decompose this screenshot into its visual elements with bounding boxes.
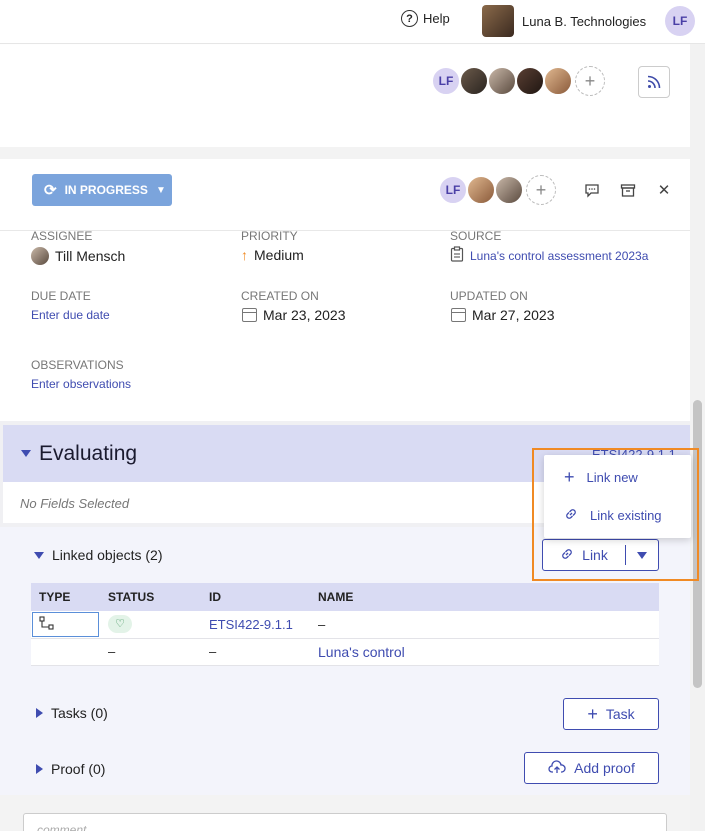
due-date-input[interactable]: Enter due date <box>31 308 110 322</box>
help-label: Help <box>423 11 450 26</box>
comment-input[interactable]: comment <box>23 813 667 831</box>
status-cell: ♡ <box>100 611 201 639</box>
cloud-upload-icon <box>548 759 566 777</box>
source-value[interactable]: Luna's control assessment 2023a <box>450 246 648 265</box>
watcher-avatar-owner[interactable]: LF <box>431 66 461 96</box>
assignee-value[interactable]: Till Mensch <box>31 247 125 265</box>
watcher-avatar[interactable] <box>487 66 517 96</box>
calendar-icon <box>242 308 257 322</box>
help-icon: ? <box>401 10 418 27</box>
column-header-status[interactable]: STATUS <box>100 583 201 611</box>
id-cell[interactable]: ETSI422-9.1.1 <box>201 611 310 639</box>
organization-switcher[interactable]: Luna B. Technologies <box>482 5 646 37</box>
add-task-label: Task <box>605 706 635 722</box>
watchers-list: LF + <box>431 66 605 96</box>
name-cell[interactable]: Luna's control <box>310 638 659 666</box>
organization-name: Luna B. Technologies <box>522 13 647 29</box>
priority-value[interactable]: ↑ Medium <box>241 247 304 263</box>
assignee-label: ASSIGNEE <box>31 229 93 243</box>
source-link[interactable]: Luna's control assessment 2023a <box>470 249 648 263</box>
watcher-avatar[interactable] <box>459 66 489 96</box>
table-header-row: TYPE STATUS ID NAME <box>31 583 659 611</box>
status-row: ⟳ IN PROGRESS ▼ LF + ✕ <box>0 159 690 231</box>
heart-pulse-icon: ♡ <box>108 615 132 634</box>
caret-right-icon <box>36 708 43 718</box>
column-header-name[interactable]: NAME <box>310 583 659 611</box>
priority-label: PRIORITY <box>241 229 298 243</box>
id-cell: – <box>201 638 310 666</box>
created-date: Mar 23, 2023 <box>263 307 346 323</box>
type-cell[interactable] <box>31 611 100 639</box>
rss-icon[interactable] <box>638 66 670 98</box>
top-bar: ? Help Luna B. Technologies LF <box>0 0 705 44</box>
id-link[interactable]: ETSI422-9.1.1 <box>209 617 293 632</box>
name-cell: – <box>310 611 659 639</box>
observations-label: OBSERVATIONS <box>31 358 124 372</box>
assignee-avatar <box>31 247 49 265</box>
add-task-button[interactable]: + Task <box>563 698 659 730</box>
caret-right-icon <box>36 764 43 774</box>
caret-down-icon <box>21 450 31 457</box>
type-cell <box>31 638 100 666</box>
linked-objects-title: Linked objects (2) <box>52 547 163 563</box>
add-proof-label: Add proof <box>574 760 635 776</box>
column-header-id[interactable]: ID <box>201 583 310 611</box>
linked-objects-header[interactable]: Linked objects (2) <box>34 547 163 563</box>
refresh-icon: ⟳ <box>44 182 57 199</box>
comment-section: comment <box>0 795 690 831</box>
name-link[interactable]: Luna's control <box>318 644 405 660</box>
archive-icon[interactable] <box>619 181 637 199</box>
proof-header[interactable]: Proof (0) <box>36 761 105 777</box>
status-dropdown-button[interactable]: ⟳ IN PROGRESS ▼ <box>32 174 172 206</box>
add-proof-button[interactable]: Add proof <box>524 752 659 784</box>
add-assignee-button[interactable]: + <box>526 175 556 205</box>
due-date-label: DUE DATE <box>31 289 91 303</box>
assignee-avatar-owner[interactable]: LF <box>438 175 468 205</box>
created-on-value: Mar 23, 2023 <box>242 307 346 323</box>
caret-down-icon <box>34 551 44 559</box>
organization-logo <box>482 5 514 37</box>
created-on-label: CREATED ON <box>241 289 319 303</box>
assignees-list: LF + <box>438 175 556 205</box>
highlight-frame <box>532 448 699 581</box>
add-watcher-button[interactable]: + <box>575 66 605 96</box>
comment-icon[interactable] <box>583 181 601 199</box>
assignee-name: Till Mensch <box>55 248 126 264</box>
clipboard-icon <box>450 246 464 265</box>
assignee-avatar[interactable] <box>466 175 496 205</box>
assignee-avatar[interactable] <box>494 175 524 205</box>
arrow-up-icon: ↑ <box>241 247 248 263</box>
separator <box>0 147 690 159</box>
calendar-icon <box>451 308 466 322</box>
help-link[interactable]: ? Help <box>401 10 450 27</box>
close-icon[interactable]: ✕ <box>655 181 673 199</box>
tasks-title: Tasks (0) <box>51 705 108 721</box>
table-row[interactable]: – – Luna's control <box>31 638 659 666</box>
watcher-avatar[interactable] <box>543 66 573 96</box>
source-label: SOURCE <box>450 229 502 243</box>
updated-date: Mar 27, 2023 <box>472 307 555 323</box>
user-avatar[interactable]: LF <box>665 6 695 36</box>
tasks-header[interactable]: Tasks (0) <box>36 705 108 721</box>
linked-objects-table: TYPE STATUS ID NAME ♡ ETSI422-9.1.1 – – <box>31 583 659 666</box>
updated-on-value: Mar 27, 2023 <box>451 307 555 323</box>
chevron-down-icon: ▼ <box>155 184 166 196</box>
column-header-type[interactable]: TYPE <box>31 583 100 611</box>
updated-on-label: UPDATED ON <box>450 289 528 303</box>
plus-icon: + <box>587 703 598 724</box>
watchers-band: LF + <box>0 45 690 147</box>
hierarchy-icon <box>39 616 55 633</box>
proof-title: Proof (0) <box>51 761 106 777</box>
evaluating-title: Evaluating <box>39 441 138 465</box>
status-label: IN PROGRESS <box>64 183 148 197</box>
watcher-avatar[interactable] <box>515 66 545 96</box>
priority-text: Medium <box>254 247 304 263</box>
status-cell: – <box>100 638 201 666</box>
observations-input[interactable]: Enter observations <box>31 377 131 391</box>
table-row[interactable]: ♡ ETSI422-9.1.1 – <box>31 611 659 639</box>
